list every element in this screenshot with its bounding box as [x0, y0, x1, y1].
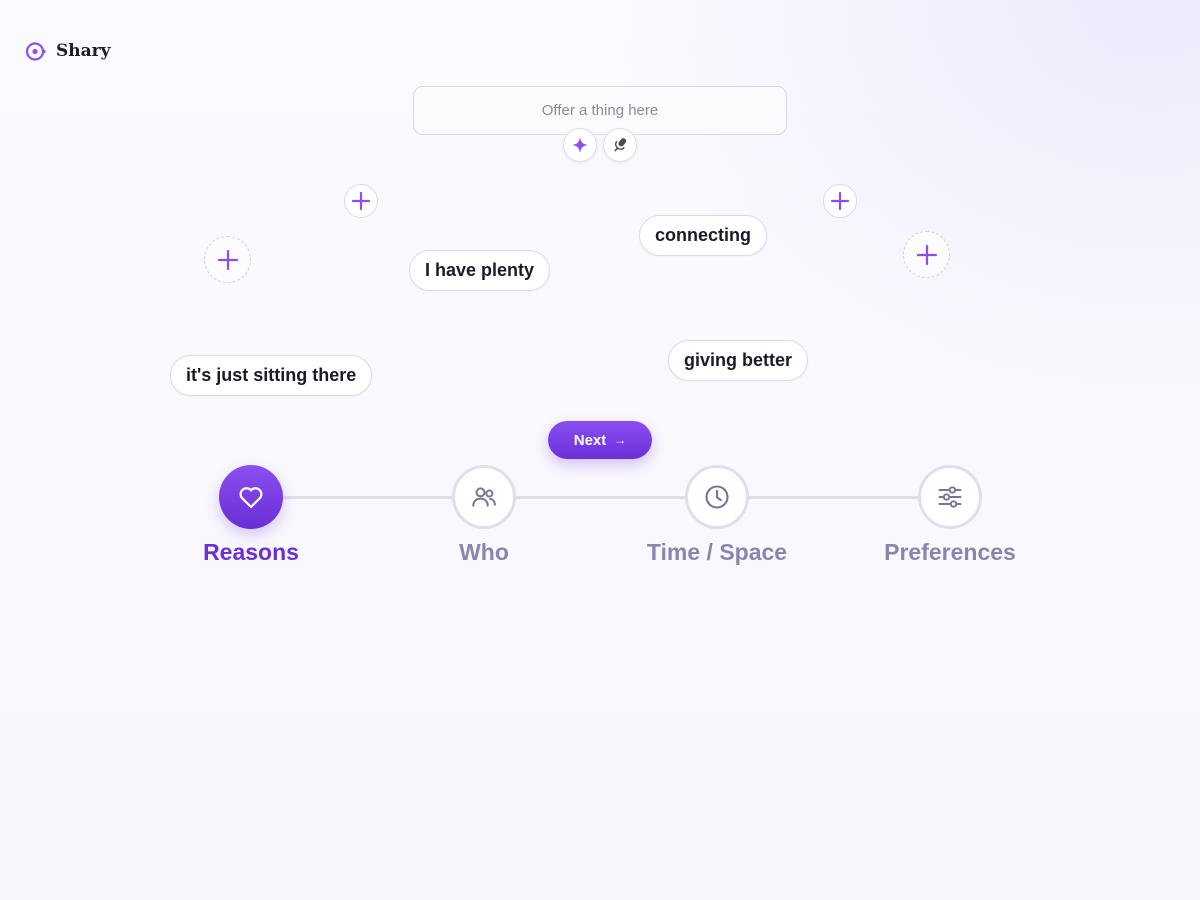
- microphone-button[interactable]: [603, 128, 637, 162]
- sparkle-icon: [572, 137, 588, 153]
- plus-icon: [830, 191, 850, 211]
- brand-name: Shary: [56, 41, 111, 61]
- step-reasons[interactable]: [219, 465, 283, 529]
- microphone-icon: [614, 138, 627, 152]
- plus-icon: [351, 191, 371, 211]
- step-time-space[interactable]: [685, 465, 749, 529]
- next-button[interactable]: Next →: [548, 421, 652, 459]
- reason-chip[interactable]: giving better: [668, 340, 809, 381]
- sliders-icon: [938, 486, 962, 508]
- target-dot-icon: [25, 41, 46, 61]
- next-button-label: Next: [573, 431, 607, 449]
- heart-icon: [239, 487, 263, 509]
- add-reason-button[interactable]: [204, 236, 251, 283]
- add-reason-button[interactable]: [344, 184, 378, 218]
- arrow-right-icon: →: [614, 433, 627, 447]
- step-label-who[interactable]: Who: [374, 539, 594, 566]
- reason-chip[interactable]: connecting: [639, 215, 768, 256]
- step-who[interactable]: [452, 465, 516, 529]
- step-label-reasons[interactable]: Reasons: [141, 539, 361, 566]
- add-reason-button[interactable]: [903, 231, 950, 278]
- offer-input[interactable]: [413, 86, 787, 135]
- clock-icon: [705, 485, 729, 509]
- brand[interactable]: Shary: [25, 40, 111, 62]
- stepper-track: [251, 496, 950, 499]
- step-preferences[interactable]: [918, 465, 982, 529]
- step-label-preferences[interactable]: Preferences: [840, 539, 1060, 566]
- step-label-time-space[interactable]: Time / Space: [607, 539, 827, 566]
- sparkle-button[interactable]: [563, 128, 597, 162]
- reason-chip[interactable]: I have plenty: [409, 250, 551, 291]
- reason-chip[interactable]: it's just sitting there: [170, 355, 373, 396]
- plus-icon: [217, 249, 238, 270]
- add-reason-button[interactable]: [823, 184, 857, 218]
- people-icon: [472, 487, 496, 507]
- plus-icon: [916, 244, 937, 265]
